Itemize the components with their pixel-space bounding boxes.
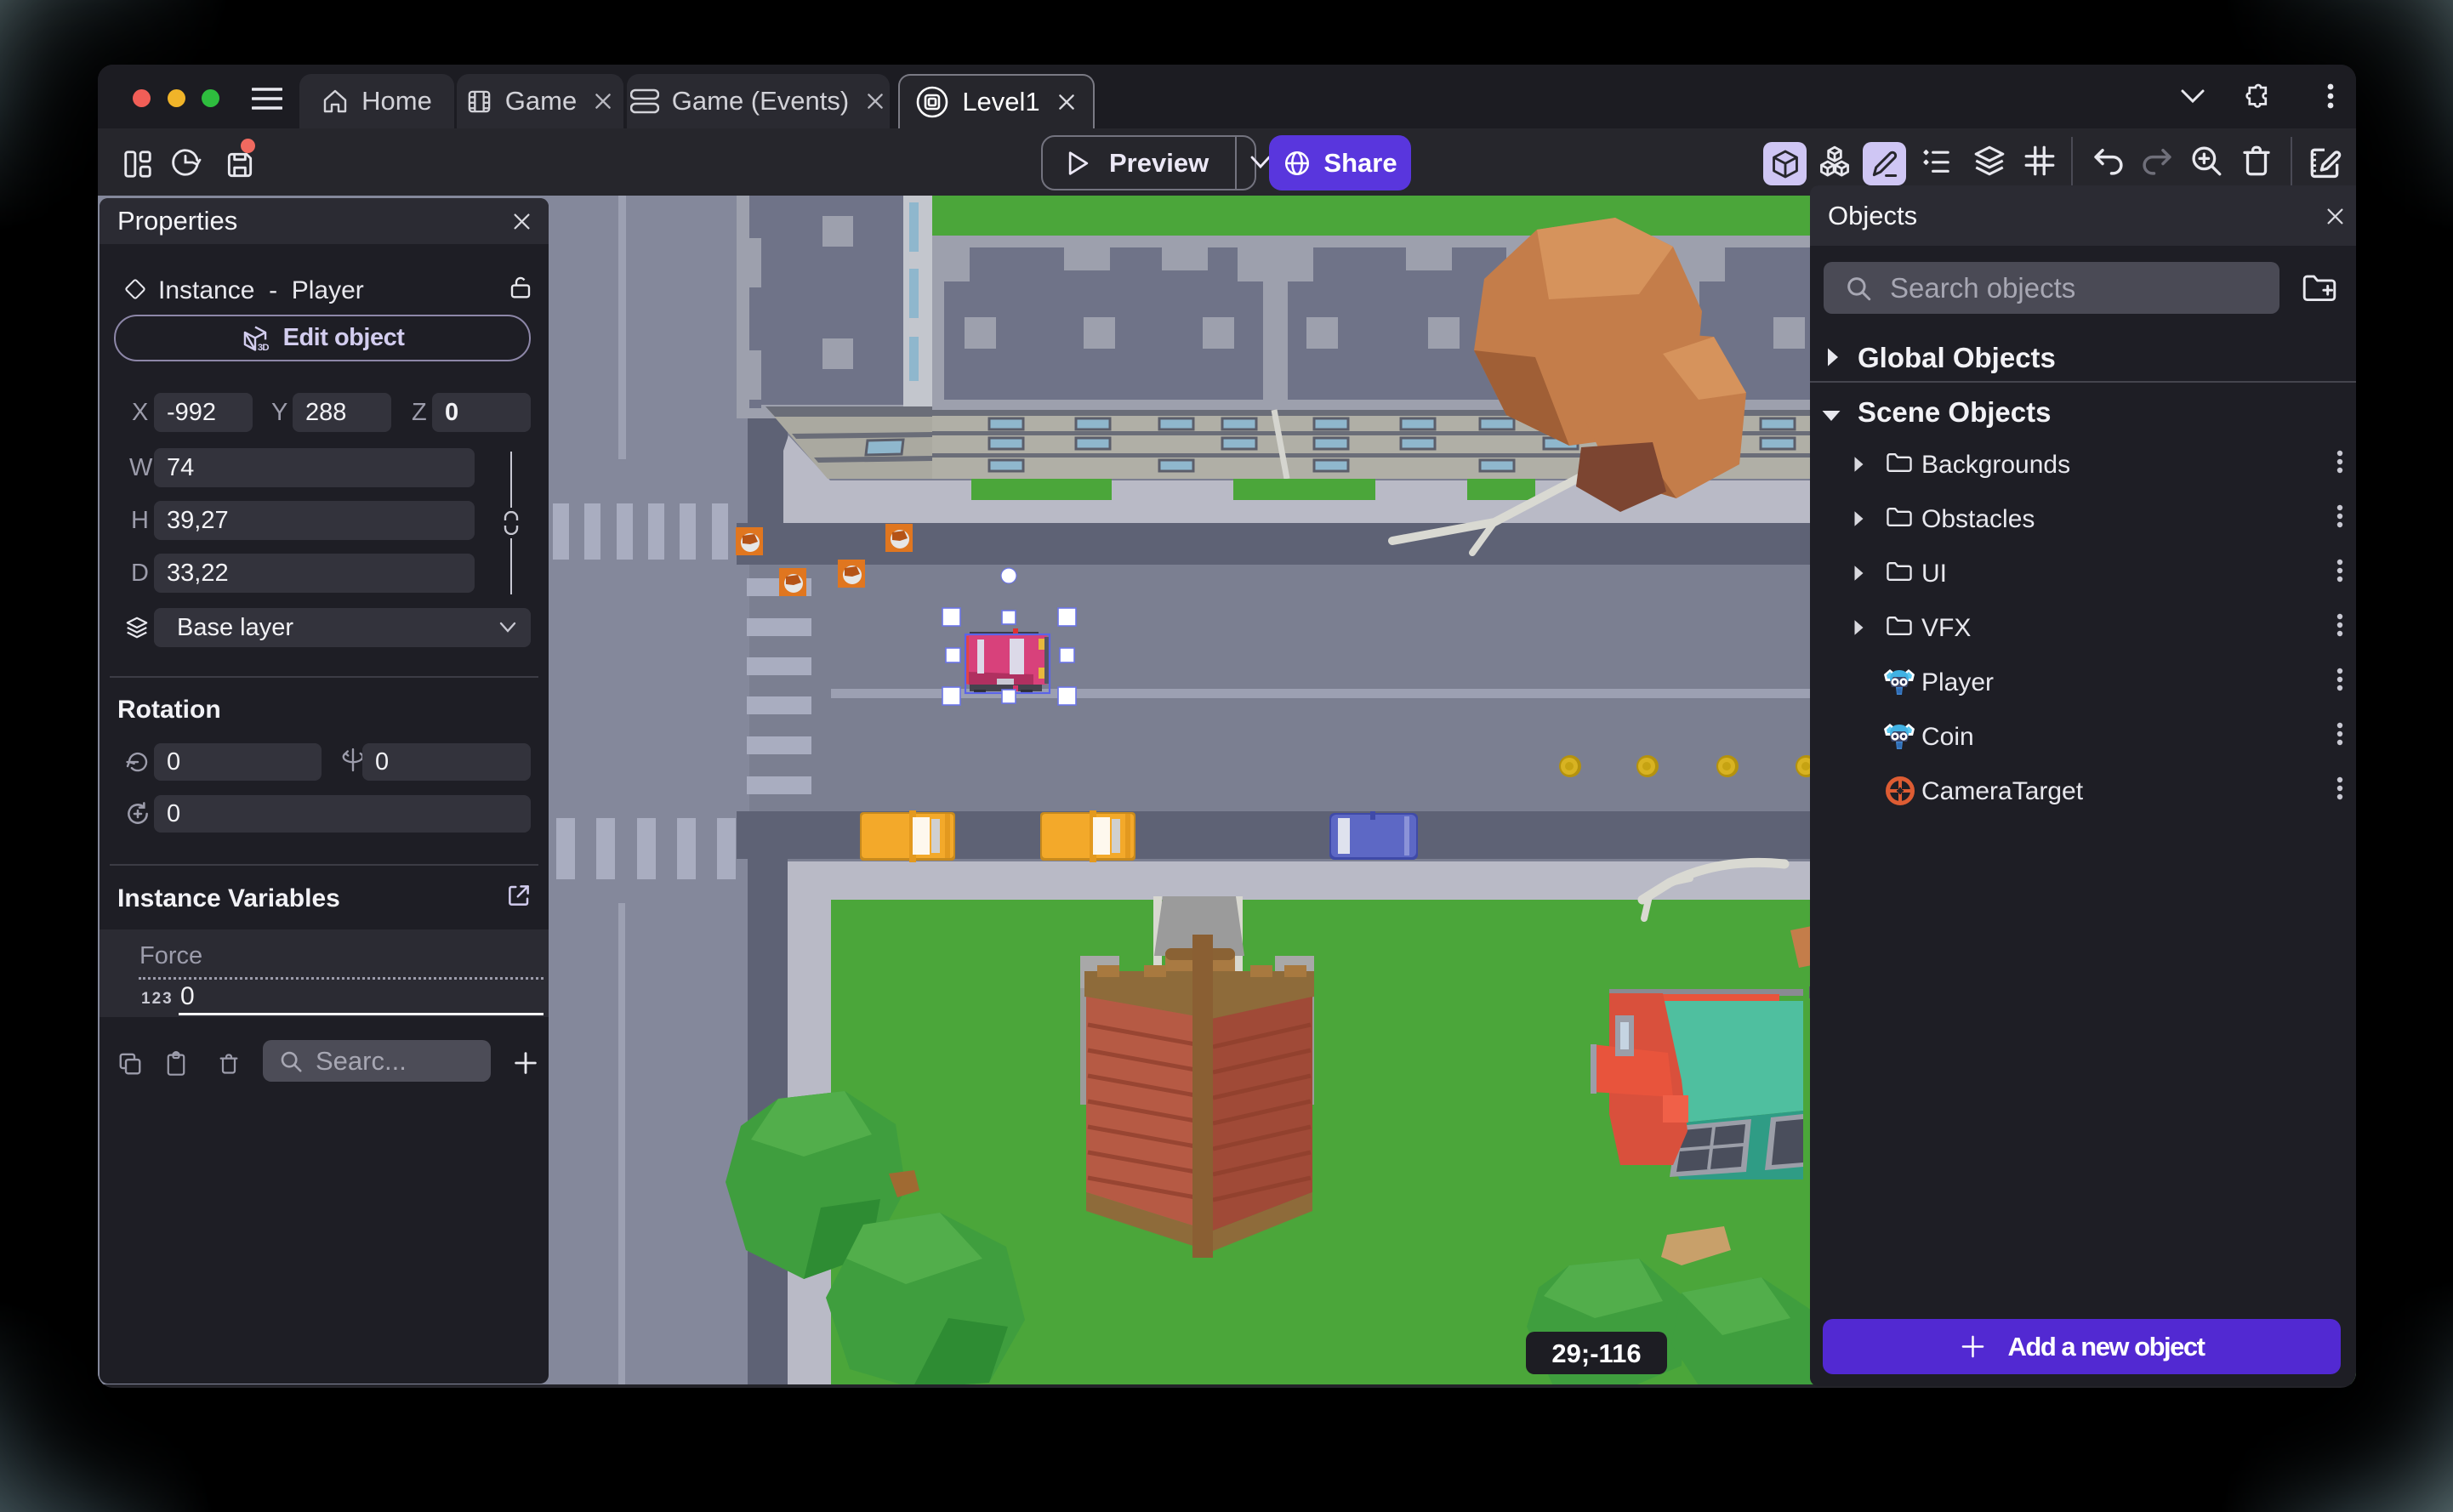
svg-text:29;-116: 29;-116: [1551, 1339, 1641, 1368]
svg-text:3D: 3D: [257, 343, 269, 353]
